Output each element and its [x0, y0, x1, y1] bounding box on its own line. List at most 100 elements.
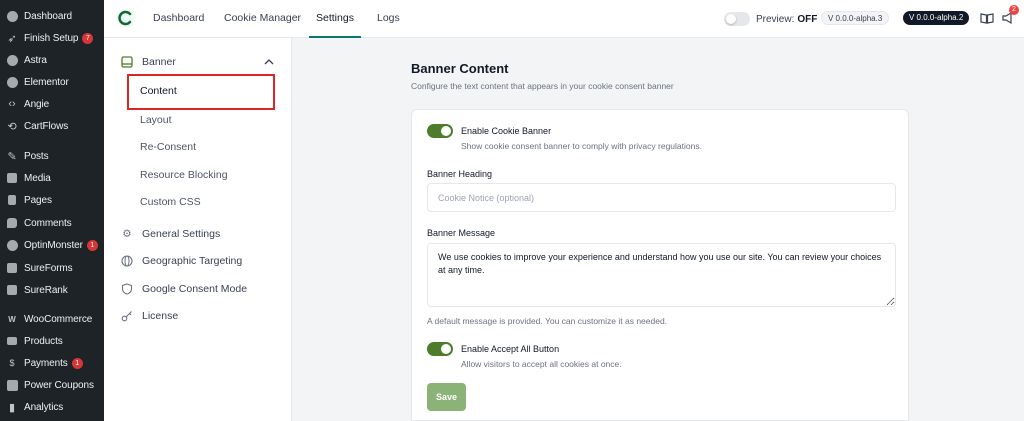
wp-menu-label: CartFlows — [24, 120, 69, 132]
banner-icon — [120, 55, 134, 69]
enable-cookie-banner-toggle[interactable] — [427, 124, 453, 138]
shield-icon — [120, 282, 134, 296]
wp-menu-cartflows[interactable]: ⟲ CartFlows — [0, 115, 104, 137]
rocket-icon: ➶ — [7, 32, 17, 45]
settings-subnav-label: Content — [140, 85, 177, 97]
save-button[interactable]: Save — [427, 383, 466, 411]
app-topbar: Dashboard Cookie Manager Settings Logs P… — [104, 0, 1024, 38]
banner-content-card: Enable Cookie Banner Show cookie consent… — [411, 109, 909, 421]
wp-menu-finish-setup[interactable]: ➶ Finish Setup 7 — [0, 27, 104, 49]
globe-icon — [120, 254, 134, 268]
wp-menu-payments[interactable]: $ Payments 1 — [0, 352, 104, 374]
preview-toggle[interactable] — [724, 12, 750, 26]
woo-icon: W — [8, 314, 16, 324]
enable-accept-all-label: Enable Accept All Button — [461, 344, 560, 354]
wp-menu-label: WooCommerce — [24, 313, 93, 325]
notification-badge: 2 — [1009, 5, 1019, 15]
pages-icon — [5, 193, 19, 207]
wp-menu-astra[interactable]: Astra — [0, 49, 104, 71]
book-icon[interactable] — [980, 11, 994, 25]
wp-menu-label: Pages — [24, 194, 52, 206]
wp-menu-label: Analytics — [24, 401, 64, 413]
gear-icon: ⚙ — [122, 228, 132, 240]
wp-menu-label: OptinMonster — [24, 239, 83, 251]
settings-nav-label: Banner — [142, 56, 176, 68]
page-title: Banner Content — [411, 61, 509, 76]
enable-accept-all-toggle[interactable] — [427, 342, 453, 356]
wp-menu-label: Astra — [24, 54, 47, 66]
app-logo-icon[interactable] — [116, 8, 136, 28]
banner-message-label: Banner Message — [427, 228, 496, 238]
wp-menu-label: Elementor — [24, 76, 69, 88]
wp-admin-sidebar: Dashboard ➶ Finish Setup 7 Astra Element… — [0, 0, 104, 421]
notification-badge: 7 — [82, 32, 94, 44]
banner-message-textarea[interactable]: We use cookies to improve your experienc… — [427, 243, 896, 307]
comments-icon — [5, 216, 19, 230]
wp-menu-elementor[interactable]: Elementor — [0, 71, 104, 93]
key-icon — [120, 309, 134, 323]
wp-menu-label: Dashboard — [24, 10, 73, 22]
banner-message-help: A default message is provided. You can c… — [427, 316, 668, 326]
tab-logs[interactable]: Logs — [377, 0, 400, 38]
settings-nav-google-consent[interactable]: Google Consent Mode — [104, 277, 292, 301]
wp-menu-dashboard[interactable]: Dashboard — [0, 5, 104, 27]
sureforms-icon — [5, 261, 19, 275]
wp-menu-media[interactable]: Media — [0, 167, 104, 189]
wp-menu-label: Products — [24, 335, 63, 347]
wp-menu-analytics[interactable]: ▮ Analytics — [0, 396, 104, 418]
settings-nav-general[interactable]: ⚙ General Settings — [104, 222, 292, 246]
notification-badge: 1 — [86, 239, 98, 251]
wp-menu-woocommerce[interactable]: W WooCommerce — [0, 308, 104, 330]
settings-subnav-resource-blocking[interactable]: Resource Blocking — [140, 164, 228, 186]
payments-icon: $ — [9, 358, 15, 368]
dashboard-icon — [5, 9, 19, 23]
settings-nav-license[interactable]: License — [104, 304, 292, 328]
settings-nav-label: License — [142, 310, 179, 322]
tab-dashboard[interactable]: Dashboard — [153, 0, 204, 38]
products-icon — [5, 334, 19, 348]
cartflows-icon: ⟲ — [7, 120, 17, 133]
wp-menu-products[interactable]: Products — [0, 330, 104, 352]
wp-menu-label: Payments — [24, 357, 68, 369]
coupons-icon — [5, 378, 19, 392]
settings-nav-label: General Settings — [142, 228, 221, 240]
wp-menu-label: SureRank — [24, 284, 68, 296]
wp-menu-pages[interactable]: Pages — [0, 189, 104, 211]
wp-menu-label: Finish Setup — [24, 32, 79, 44]
version-badge: V 0.0.0-alpha.3 — [821, 11, 890, 25]
settings-subnav-content-active[interactable]: Content — [127, 74, 275, 110]
astra-icon — [5, 53, 19, 67]
version-badge-current: V 0.0.0-alpha.2 — [903, 11, 970, 25]
banner-heading-label: Banner Heading — [427, 169, 493, 179]
settings-subnav-re-consent[interactable]: Re-Consent — [140, 136, 196, 158]
enable-cookie-banner-label: Enable Cookie Banner — [461, 126, 552, 136]
media-icon — [5, 171, 19, 185]
analytics-icon: ▮ — [9, 401, 15, 414]
wp-menu-optinmonster[interactable]: OptinMonster 1 — [0, 234, 104, 256]
wp-menu-angie[interactable]: ‹› Angie — [0, 93, 104, 115]
settings-nav-label: Google Consent Mode — [142, 283, 248, 295]
wp-menu-comments[interactable]: Comments — [0, 212, 104, 234]
angie-icon: ‹› — [8, 98, 16, 110]
tab-settings[interactable]: Settings — [309, 0, 361, 38]
settings-subnav-custom-css[interactable]: Custom CSS — [140, 191, 201, 213]
elementor-icon — [5, 75, 19, 89]
banner-heading-input[interactable] — [427, 183, 896, 212]
page-description: Configure the text content that appears … — [411, 81, 674, 91]
settings-subnav-layout[interactable]: Layout — [140, 109, 172, 131]
wp-menu-power-coupons[interactable]: Power Coupons — [0, 374, 104, 396]
wp-menu-sureforms[interactable]: SureForms — [0, 257, 104, 279]
tab-cookie-manager[interactable]: Cookie Manager — [224, 0, 301, 38]
pin-icon: ✎ — [7, 150, 17, 163]
wp-menu-posts[interactable]: ✎ Posts — [0, 145, 104, 167]
settings-nav-geographic[interactable]: Geographic Targeting — [104, 249, 292, 273]
wp-menu-label: Power Coupons — [24, 379, 94, 391]
preview-control: Preview: OFF — [724, 11, 817, 27]
wp-menu-surerank[interactable]: SureRank — [0, 279, 104, 301]
optinmonster-icon — [5, 238, 19, 252]
wp-menu-label: Angie — [24, 98, 50, 110]
wp-menu-label: Posts — [24, 150, 49, 162]
notification-badge: 1 — [71, 357, 83, 369]
chevron-up-icon[interactable] — [264, 58, 274, 66]
surerank-icon — [5, 283, 19, 297]
